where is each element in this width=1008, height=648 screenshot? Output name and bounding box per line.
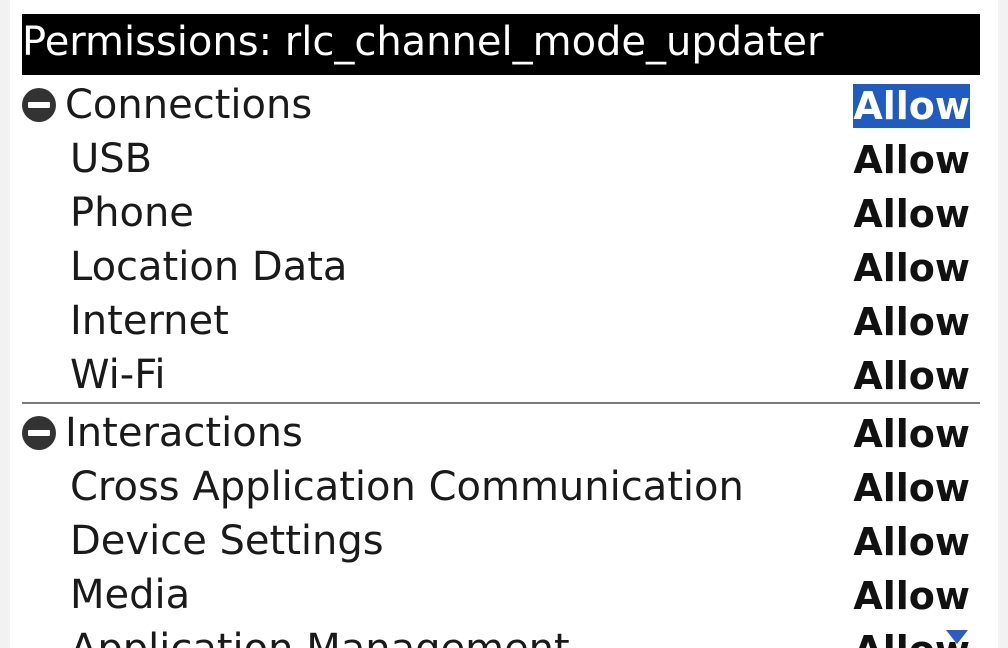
group-label: Interactions <box>65 410 303 456</box>
permissions-screen: Permissions: rlc_channel_mode_updater Co… <box>10 0 998 648</box>
permission-row-internet[interactable]: Internet Allow <box>10 294 998 348</box>
permission-value[interactable]: Allow <box>853 84 970 128</box>
permission-value[interactable]: Allow <box>853 138 970 182</box>
collapse-icon[interactable] <box>22 416 56 450</box>
group-row-interactions[interactable]: Interactions Allow <box>10 406 998 460</box>
permission-row-phone[interactable]: Phone Allow <box>10 186 998 240</box>
permission-value[interactable]: Allow <box>853 574 970 618</box>
group-label: Connections <box>65 82 313 128</box>
permission-value[interactable]: Allow <box>853 520 970 564</box>
permission-value[interactable]: Allow <box>853 466 970 510</box>
permission-value[interactable]: Allow <box>853 300 970 344</box>
permission-label: Wi-Fi <box>70 352 166 398</box>
permission-label: Media <box>70 572 191 618</box>
permission-row-application-management[interactable]: Application Management Allow <box>10 622 998 648</box>
permission-value[interactable]: Allow <box>853 354 970 398</box>
permission-row-location-data[interactable]: Location Data Allow <box>10 240 998 294</box>
permission-label: Application Management <box>70 622 570 648</box>
permission-row-cross-application-communication[interactable]: Cross Application Communication Allow <box>10 460 998 514</box>
permission-label: Internet <box>70 298 229 344</box>
group-divider <box>22 402 980 404</box>
scroll-down-icon[interactable] <box>946 630 968 644</box>
permission-row-device-settings[interactable]: Device Settings Allow <box>10 514 998 568</box>
permission-value[interactable]: Allow <box>853 412 970 456</box>
permission-label: USB <box>70 136 153 182</box>
permission-label: Phone <box>70 190 194 236</box>
page-title: Permissions: rlc_channel_mode_updater <box>22 14 980 75</box>
permission-value[interactable]: Allow <box>853 246 970 290</box>
permission-label: Cross Application Communication <box>70 464 744 510</box>
permission-row-usb[interactable]: USB Allow <box>10 132 998 186</box>
collapse-icon[interactable] <box>22 88 56 122</box>
permission-row-media[interactable]: Media Allow <box>10 568 998 622</box>
permission-row-wifi[interactable]: Wi-Fi Allow <box>10 348 998 402</box>
group-row-connections[interactable]: Connections Allow <box>10 78 998 132</box>
permission-label: Device Settings <box>70 518 384 564</box>
permission-label: Location Data <box>70 244 348 290</box>
permission-value[interactable]: Allow <box>853 192 970 236</box>
